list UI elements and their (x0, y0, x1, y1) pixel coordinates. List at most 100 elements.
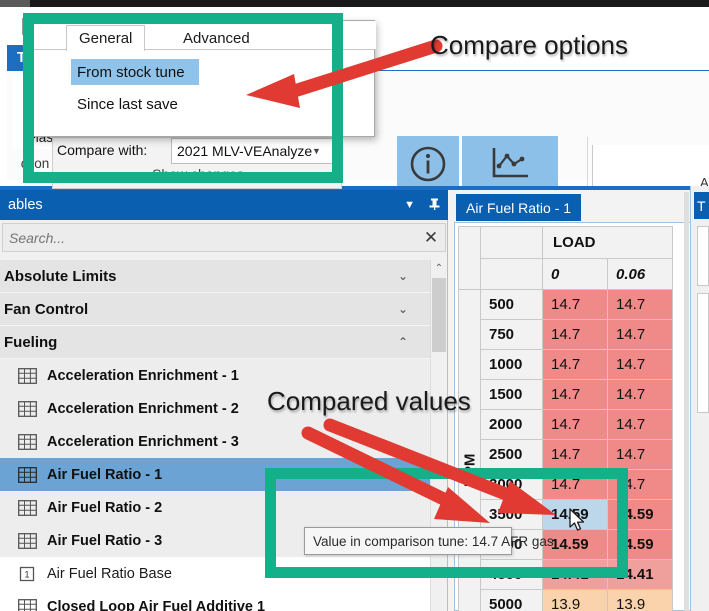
table-cell[interactable]: 14.7 (542, 319, 608, 350)
tree-group-fueling[interactable]: Fueling ⌃ (0, 326, 430, 359)
table-cell[interactable]: 14.7 (542, 409, 608, 440)
search-box[interactable]: ✕ (2, 223, 446, 252)
table-cell[interactable]: 14.7 (542, 469, 608, 500)
popup-tabbar: General Advanced (31, 21, 376, 51)
table-row: 3000 14.7 14.7 (459, 469, 673, 500)
chevron-up-icon: ⌃ (397, 335, 408, 349)
chevron-down-icon: ⌄ (397, 302, 408, 316)
row-header[interactable]: 2500 (480, 439, 543, 470)
table-cell[interactable]: 14.7 (542, 289, 608, 320)
list-item-label: Air Fuel Ratio - 1 (47, 466, 163, 483)
cell-tooltip: Value in comparison tune: 14.7 AFR gas (304, 527, 554, 555)
right-dock-tab[interactable]: T (694, 192, 709, 219)
row-header[interactable]: 2000 (480, 409, 543, 440)
table-cell[interactable]: 14.59 (607, 499, 673, 530)
row-header[interactable]: 750 (480, 319, 543, 350)
tables-tree: Absolute Limits ⌄ Fan Control ⌄ Fueling … (0, 260, 430, 611)
col-header-0[interactable]: 0 (542, 258, 608, 290)
table-grid-icon (18, 400, 37, 417)
list-item-air-fuel-ratio-1[interactable]: Air Fuel Ratio - 1 (0, 458, 430, 491)
table-cell[interactable]: 14.7 (607, 469, 673, 500)
tables-panel-title: ables (8, 197, 43, 213)
table-cell[interactable]: 14.7 (542, 349, 608, 380)
chevron-down-icon[interactable]: ▼ (404, 199, 415, 211)
row-header[interactable]: 1000 (480, 349, 543, 380)
search-input[interactable] (3, 228, 417, 247)
right-dock-card-bottom (697, 293, 709, 413)
table-grid-icon (18, 367, 37, 384)
pin-icon[interactable] (429, 198, 440, 213)
popup-item-since-last-save[interactable]: Since last save (71, 91, 199, 117)
scroll-up-icon[interactable]: ⌃ (431, 260, 447, 277)
table-cell[interactable]: 14.7 (607, 379, 673, 410)
annotation-compare-options: Compare options (430, 30, 628, 60)
tables-panel-header: ables ▼ (0, 190, 448, 220)
table-cell[interactable]: 14.41 (607, 559, 673, 590)
row-header[interactable]: 3000 (480, 469, 543, 500)
table-cell[interactable]: 14.7 (607, 439, 673, 470)
quick-access-separator (22, 18, 23, 35)
table-cell[interactable]: 14.7 (607, 409, 673, 440)
table-cell[interactable]: 14.7 (542, 439, 608, 470)
table-grid-icon (18, 598, 37, 611)
tables-tree-scrollbar[interactable]: ⌃ (430, 260, 447, 611)
document-tab-air-fuel-ratio-1[interactable]: Air Fuel Ratio - 1 (456, 194, 582, 221)
y-axis-title: RPM (458, 289, 481, 611)
compare-with-combobox[interactable]: 2021 MLV-VEAnalyze Tu ▼ (171, 138, 338, 164)
list-item-label: Acceleration Enrichment - 3 (47, 433, 239, 450)
row-header[interactable]: 1500 (480, 379, 543, 410)
list-item-label: Air Fuel Ratio - 2 (47, 499, 163, 516)
list-item[interactable]: Air Fuel Ratio - 2 (0, 491, 430, 524)
scrollbar-thumb[interactable] (432, 278, 446, 352)
list-item[interactable]: 1 Air Fuel Ratio Base (0, 557, 430, 590)
tree-group-absolute-limits[interactable]: Absolute Limits ⌄ (0, 260, 430, 293)
table-row: 2500 14.7 14.7 (459, 439, 673, 470)
row-header[interactable]: 4500 (480, 559, 543, 590)
table-cell[interactable]: 13.9 (607, 589, 673, 611)
compare-with-value: 2021 MLV-VEAnalyze Tu (177, 143, 312, 159)
right-dock-card-top (697, 226, 709, 286)
tree-group-label: Fueling (4, 333, 58, 351)
table-grid-icon (18, 433, 37, 450)
info-circle-icon (408, 144, 448, 189)
x-axis-title: LOAD (542, 226, 673, 259)
popup-item-from-stock-tune[interactable]: From stock tune (71, 59, 199, 85)
table-row: 4500 14.41 14.41 (459, 559, 673, 590)
table-row: 3500 14.59 14.59 (459, 499, 673, 530)
table-cell[interactable]: 14.41 (542, 559, 608, 590)
right-dock-gutter (684, 192, 689, 611)
close-x-icon[interactable]: ✕ (417, 228, 445, 248)
chevron-down-icon[interactable]: ▼ (312, 146, 321, 156)
table-cell[interactable]: 14.7 (607, 289, 673, 320)
line-chart-icon (488, 144, 532, 189)
compare-with-bar: Compare with: 2021 MLV-VEAnalyze Tu ▼ Sh… (52, 137, 342, 189)
compare-options-popup: General Advanced From stock tune Since l… (30, 20, 376, 137)
list-item[interactable]: Acceleration Enrichment - 3 (0, 425, 430, 458)
table-cell[interactable]: 14.7 (542, 379, 608, 410)
row-header[interactable]: 5000 (480, 589, 543, 611)
single-value-icon: 1 (18, 566, 37, 582)
list-item[interactable]: Closed Loop Air Fuel Additive 1 (0, 590, 430, 611)
row-header[interactable]: 3500 (480, 499, 543, 530)
list-item-label: Closed Loop Air Fuel Additive 1 (47, 598, 266, 611)
table-cell[interactable]: 14.7 (607, 349, 673, 380)
tab-general[interactable]: General (66, 25, 146, 51)
table-cell[interactable]: 13.9 (542, 589, 608, 611)
tab-advanced[interactable]: Advanced (171, 25, 262, 51)
tree-group-label: Absolute Limits (4, 267, 117, 285)
table-row: 1000 14.7 14.7 (459, 349, 673, 380)
table-cell[interactable]: 14.59 (607, 529, 673, 560)
col-header-1[interactable]: 0.06 (607, 258, 673, 290)
document-tabbar: Air Fuel Ratio - 1 (448, 190, 709, 221)
compare-with-label: Compare with: (57, 142, 148, 158)
table-blank-cell (480, 226, 543, 259)
table-grid-icon (18, 499, 37, 516)
annotation-compared-values: Compared values (267, 386, 471, 416)
tree-group-fan-control[interactable]: Fan Control ⌄ (0, 293, 430, 326)
row-header[interactable]: 500 (480, 289, 543, 320)
table-row: 2000 14.7 14.7 (459, 409, 673, 440)
svg-text:1: 1 (24, 569, 29, 579)
table-cell[interactable]: 14.7 (607, 319, 673, 350)
table-row: 5000 13.9 13.9 (459, 589, 673, 611)
list-item-label: Air Fuel Ratio - 3 (47, 532, 163, 549)
